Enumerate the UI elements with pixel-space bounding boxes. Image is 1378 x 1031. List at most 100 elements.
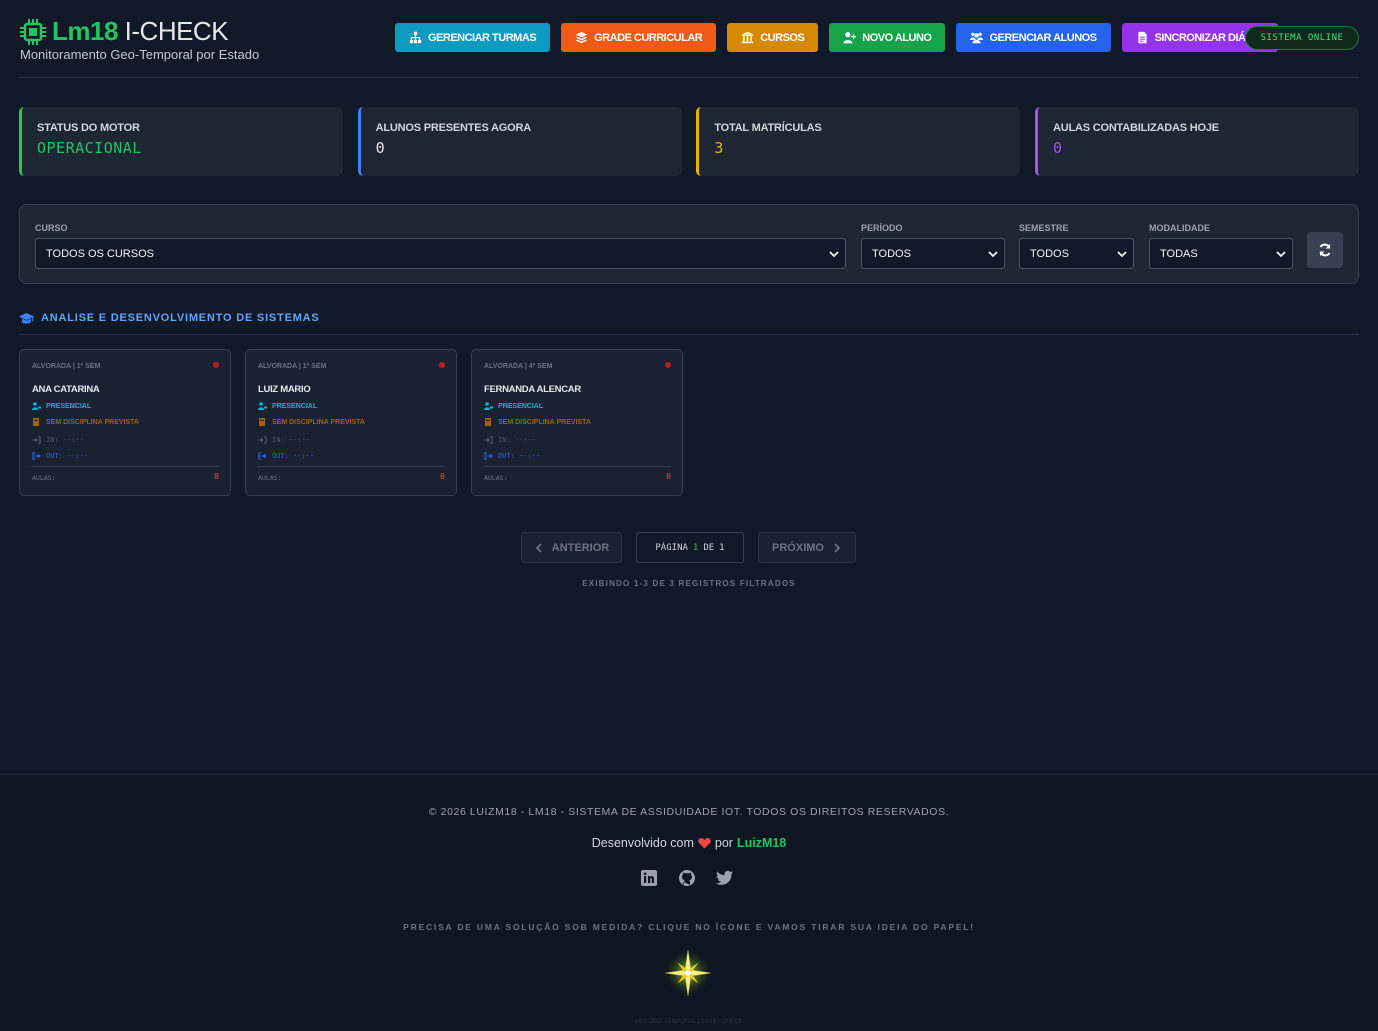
twitter-icon[interactable] <box>716 869 734 887</box>
modalidade-select[interactable]: TODAS <box>1149 238 1293 269</box>
student-mode: PRESENCIAL <box>484 402 543 410</box>
copyright-text: © 2026 LUIZM18 - LM18 - SISTEMA DE ASSID… <box>428 806 950 818</box>
compass-star-icon[interactable] <box>663 948 713 998</box>
prev-page-button[interactable]: ANTERIOR <box>521 532 622 563</box>
linkedin-icon[interactable] <box>640 869 658 887</box>
gerenciar-turmas-label: GERENCIAR TURMAS <box>428 31 537 44</box>
student-name: FERNANDA ALENCAR <box>484 384 581 395</box>
status-dot <box>665 362 671 368</box>
stat-card-aulas: AULAS CONTABILIZADAS HOJE 0 <box>1034 107 1359 176</box>
student-checkin-text: IN: --:-- <box>272 436 310 444</box>
student-checkin-text: IN: --:-- <box>46 436 84 444</box>
semestre-select-value: TODOS <box>1030 247 1069 260</box>
student-checkin-text: IN: --:-- <box>498 436 536 444</box>
student-mode: PRESENCIAL <box>32 402 91 410</box>
student-mode-text: PRESENCIAL <box>46 402 92 410</box>
student-discipline-text: SEM DISCIPLINA PREVISTA <box>498 418 591 426</box>
stats-row: STATUS DO MOTOR OPERACIONAL ALUNOS PRESE… <box>19 107 1359 176</box>
stat-value: OPERACIONAL <box>37 139 142 157</box>
student-name: ANA CATARINA <box>32 384 100 395</box>
student-checkout: OUT: --:-- <box>258 452 314 460</box>
aulas-count: 0 <box>440 472 445 481</box>
curso-filter-label: CURSO <box>35 223 68 233</box>
of-word: DE <box>703 542 715 553</box>
footer: © 2026 LUIZM18 - LM18 - SISTEMA DE ASSID… <box>0 774 1378 1031</box>
system-status-badge: SISTEMA ONLINE <box>1245 26 1359 50</box>
curso-select[interactable]: TODOS OS CURSOS <box>35 238 846 269</box>
app-header: Lm18 I-CHECK Monitoramento Geo-Temporal … <box>19 14 1359 78</box>
periodo-filter-label: PERÍODO <box>861 223 903 233</box>
aulas-label: AULAS: <box>32 474 56 482</box>
chevron-down-icon <box>829 251 839 258</box>
prev-page-label: ANTERIOR <box>551 541 610 554</box>
stat-value: 0 <box>1052 139 1063 157</box>
stat-label: TOTAL MATRÍCULAS <box>714 122 822 134</box>
brand-logo[interactable]: Lm18 I-CHECK <box>19 16 229 47</box>
student-card-list: ALVORADA | 1º SEM ANA CATARINA PRESENCIA… <box>19 349 697 496</box>
aulas-count: 0 <box>666 472 671 481</box>
dev-prefix: Desenvolvido com <box>591 836 694 850</box>
stat-card-motor: STATUS DO MOTOR OPERACIONAL <box>19 107 343 176</box>
pagination: ANTERIOR PÁGINA 1 DE 1 PRÓXIMO <box>521 532 856 563</box>
curso-select-value: TODOS OS CURSOS <box>46 247 154 260</box>
course-section-title: ANALISE E DESENVOLVIMENTO DE SISTEMAS <box>41 312 320 324</box>
total-pages: 1 <box>719 542 725 553</box>
filter-panel: CURSO TODOS OS CURSOS PERÍODO TODOS SEME… <box>19 204 1359 284</box>
student-discipline-text: SEM DISCIPLINA PREVISTA <box>272 418 365 426</box>
next-page-label: PRÓXIMO <box>772 541 824 554</box>
file-icon <box>1138 31 1147 44</box>
next-page-button[interactable]: PRÓXIMO <box>758 532 856 563</box>
student-meta: ALVORADA | 1º SEM <box>258 363 327 370</box>
student-card[interactable]: ALVORADA | 1º SEM LUIZ MARIO PRESENCIAL … <box>245 349 457 496</box>
periodo-select[interactable]: TODOS <box>861 238 1005 269</box>
stat-label: STATUS DO MOTOR <box>37 122 140 134</box>
student-checkout-text: OUT: --:-- <box>272 452 315 460</box>
github-icon[interactable] <box>678 869 696 887</box>
cursos-label: CURSOS <box>760 31 805 44</box>
modalidade-filter-label: MODALIDADE <box>1149 223 1210 233</box>
brand-title: Lm18 I-CHECK <box>52 16 229 47</box>
dev-by: por <box>714 836 733 850</box>
student-checkout: OUT: --:-- <box>484 452 540 460</box>
user-tag-icon <box>484 402 493 410</box>
refresh-button[interactable] <box>1307 232 1343 268</box>
student-mode-text: PRESENCIAL <box>498 402 544 410</box>
student-discipline: SEM DISCIPLINA PREVISTA <box>258 418 365 426</box>
grade-curricular-label: GRADE CURRICULAR <box>594 31 703 44</box>
chevron-down-icon <box>1276 251 1286 258</box>
sign-out-icon <box>484 452 493 460</box>
stat-label: ALUNOS PRESENTES AGORA <box>375 122 532 134</box>
chevron-left-icon <box>535 542 542 553</box>
user-plus-icon <box>843 32 857 44</box>
status-dot <box>439 362 445 368</box>
student-card[interactable]: ALVORADA | 1º SEM ANA CATARINA PRESENCIA… <box>19 349 231 496</box>
chip-icon <box>20 18 46 45</box>
semestre-select[interactable]: TODOS <box>1019 238 1134 269</box>
student-discipline-text: SEM DISCIPLINA PREVISTA <box>46 418 139 426</box>
author-link[interactable]: LuizM18 <box>737 836 786 850</box>
student-card[interactable]: ALVORADA | 4º SEM FERNANDA ALENCAR PRESE… <box>471 349 683 496</box>
novo-aluno-label: NOVO ALUNO <box>862 31 932 44</box>
book-icon <box>33 418 39 426</box>
records-summary: EXIBINDO 1-3 DE 3 REGISTROS FILTRADOS <box>582 579 796 588</box>
student-checkin: IN: --:-- <box>258 436 310 444</box>
gerenciar-alunos-button[interactable]: GERENCIAR ALUNOS <box>956 23 1111 52</box>
stat-value: 3 <box>714 139 724 157</box>
current-page: 1 <box>692 542 699 553</box>
cursos-button[interactable]: CURSOS <box>727 23 819 52</box>
gerenciar-turmas-button[interactable]: GERENCIAR TURMAS <box>395 23 551 52</box>
sign-in-icon <box>258 436 267 444</box>
sign-in-icon <box>484 436 493 444</box>
nav-toolbar: GERENCIAR TURMAS GRADE CURRICULAR CURSOS… <box>395 23 1289 52</box>
chevron-right-icon <box>834 542 841 553</box>
novo-aluno-button[interactable]: NOVO ALUNO <box>829 23 946 52</box>
grade-curricular-button[interactable]: GRADE CURRICULAR <box>561 23 717 52</box>
student-discipline: SEM DISCIPLINA PREVISTA <box>32 418 139 426</box>
version-text: v8.0 GEO-TEMPORAL | Lm18 I-CHECK <box>635 1019 743 1025</box>
graduation-cap-icon <box>19 313 34 324</box>
student-checkin: IN: --:-- <box>32 436 84 444</box>
stat-value: 0 <box>375 139 386 157</box>
student-checkout: OUT: --:-- <box>32 452 88 460</box>
page-indicator: PÁGINA 1 DE 1 <box>636 532 744 563</box>
stat-label: AULAS CONTABILIZADAS HOJE <box>1052 122 1219 134</box>
